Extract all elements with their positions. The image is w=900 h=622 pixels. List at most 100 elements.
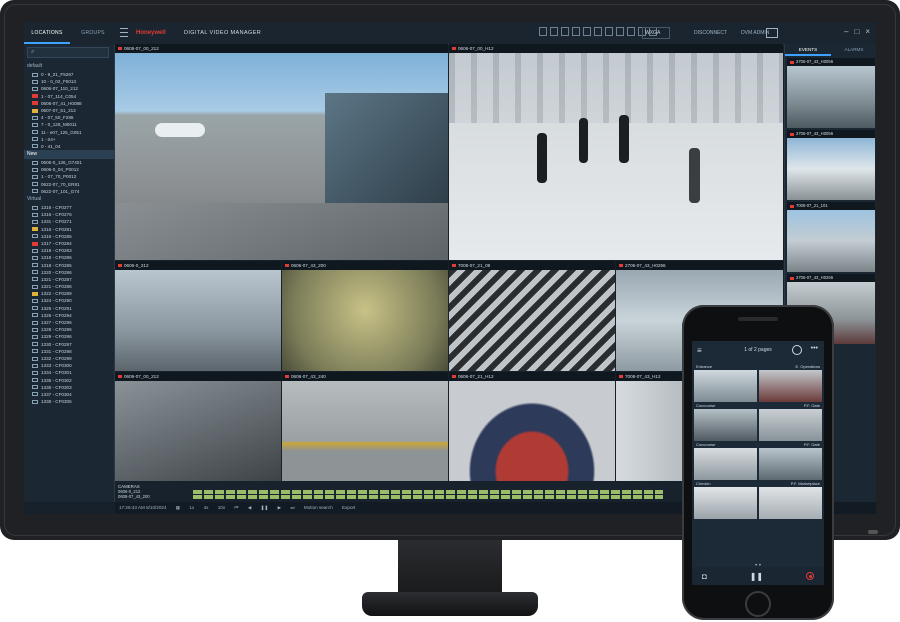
tree-camera-item[interactable]: 1330 - CF0297 [24,341,114,348]
tree-camera-item[interactable]: 1 - 07_70_P0012 [24,173,114,180]
video-tile[interactable]: 0606-07_21_H12 [449,372,615,481]
speed-1x[interactable]: 1x [189,505,194,510]
tree-camera-item[interactable]: 1331 - CF0298 [24,348,114,355]
layout-1plus7-icon[interactable] [594,27,602,36]
video-tile[interactable]: 0606-07_43_240 [282,372,448,481]
layout-fullscreen-icon[interactable] [627,27,635,36]
tree-camera-item[interactable]: 1328 - CF0295 [24,326,114,333]
tree-camera-item[interactable]: 0622-07_101_G74 [24,188,114,195]
clock-icon[interactable] [792,345,802,355]
video-tile[interactable]: 0608-07_00_212 [115,44,448,260]
tree-camera-item[interactable]: 1321 - CF0286 [24,283,114,290]
tree-camera-item[interactable]: 1329 - CF0296 [24,333,114,340]
tree-camera-item[interactable]: 1318 - CF0283 [24,247,114,254]
search-input[interactable]: ⌕ [27,47,109,58]
tree-camera-item[interactable]: 4 - 07_50_F286 [24,114,114,121]
tree-camera-item[interactable]: 0606-07_110_212 [24,85,114,92]
layout-3x3-icon[interactable] [561,27,569,36]
layout-1x1-icon[interactable] [539,27,547,36]
layout-4x4-icon[interactable] [572,27,580,36]
recording-bar[interactable] [193,495,663,499]
event-thumbnail[interactable]: 2706-07_43_H0056 [787,58,875,128]
record-icon[interactable] [806,572,814,580]
tree-camera-item[interactable]: 0606-0_04_P0012 [24,166,114,173]
menu-icon[interactable] [120,28,128,37]
speed-10x[interactable]: 10x [218,505,225,510]
disconnect-link[interactable]: DISCONNECT [694,30,727,36]
panel-toggle-icon[interactable] [766,28,778,38]
close-icon[interactable]: × [865,27,870,36]
phone-tile-row[interactable] [694,370,822,402]
tree-camera-item[interactable]: 1338 - CF0305 [24,398,114,405]
event-thumbnail[interactable]: 2706-07_43_H0056 [787,130,875,200]
tree-camera-item[interactable]: 7 - 0_128_M0011 [24,121,114,128]
minimize-icon[interactable]: – [844,27,848,36]
skip-forward-icon[interactable]: ⏭ [290,505,294,510]
tree-camera-item[interactable]: 0 - 9_21_F5267 [24,71,114,78]
home-button[interactable] [745,591,771,617]
tree-camera-item[interactable]: 1336 - CF0303 [24,384,114,391]
skip-back-icon[interactable]: ⏮ [234,505,238,510]
phone-tile-row[interactable] [694,448,822,480]
tab-events[interactable]: EVENTS [785,44,831,56]
tree-group[interactable]: Virtual [24,195,114,204]
tab-groups[interactable]: GROUPS [70,22,116,44]
tab-alarms[interactable]: ALARMS [831,44,876,56]
tree-camera-item[interactable]: 1318 - CF0285 [24,262,114,269]
phone-tile-row[interactable] [694,409,822,441]
tree-camera-item[interactable]: 1320 - CF0286 [24,269,114,276]
tree-camera-item[interactable]: 0606-0_136_G7401 [24,159,114,166]
motion-search-button[interactable]: Motion search [304,505,333,510]
tree-camera-item[interactable]: 0607-07_51_212 [24,107,114,114]
tree-camera-item[interactable]: 1322 - CF0289 [24,290,114,297]
tree-camera-item[interactable]: 0606-07_41_H0088 [24,100,114,107]
phone-camera-image[interactable] [759,370,822,402]
layout-2x2-icon[interactable] [550,27,558,36]
maximize-icon[interactable]: □ [854,27,859,36]
tree-camera-item[interactable]: 1334 - CF0301 [24,369,114,376]
video-tile[interactable]: 7008-07_21_08 [449,261,615,371]
phone-camera-image[interactable] [694,409,757,441]
video-tile[interactable]: 0606-0_212 [115,261,281,371]
tree-camera-item[interactable]: 10 - 0_02_F5013 [24,78,114,85]
speed-4x[interactable]: 4x [204,505,209,510]
tree-camera-item[interactable]: 1333 - CF0300 [24,362,114,369]
tree-camera-item[interactable]: 1321 - CF0287 [24,276,114,283]
tree-camera-item[interactable]: 1317 - CF0284 [24,240,114,247]
recording-bar[interactable] [193,490,663,494]
tree-camera-item[interactable]: 1335 - CF0302 [24,377,114,384]
calendar-icon[interactable]: ▦ [176,505,180,510]
tree-camera-item[interactable]: 1316 - CF0281 [24,226,114,233]
tree-camera-item[interactable]: 0 - 41_04 [24,143,114,150]
phone-camera-image[interactable] [759,409,822,441]
tree-camera-item[interactable]: 1325 - CF0291 [24,305,114,312]
view-select[interactable]: WXGA [642,27,670,39]
tree-camera-item[interactable]: 1316 - CF0285 [24,233,114,240]
tree-group[interactable]: New [24,150,114,160]
tree-camera-item[interactable]: 11 - e07_125_G051 [24,129,114,136]
tree-camera-item[interactable]: 1327 - CF0296 [24,319,114,326]
phone-camera-image[interactable] [694,487,757,519]
tree-camera-item[interactable]: 1337 - CF0304 [24,391,114,398]
phone-camera-image[interactable] [759,487,822,519]
camera-icon[interactable]: ◘ [702,572,707,581]
video-tile[interactable]: 0606-07_00_212 [115,372,281,481]
tree-camera-item[interactable]: 1 - 07_114_C054 [24,93,114,100]
tab-locations[interactable]: LOCATIONS [24,22,70,44]
phone-camera-image[interactable] [759,448,822,480]
play-icon[interactable]: ▶ [278,505,282,510]
tree-camera-item[interactable]: 1324 - CF0290 [24,297,114,304]
video-tile[interactable]: 0606-07_43_200 [282,261,448,371]
export-button[interactable]: Export [342,505,355,510]
tree-camera-item[interactable]: 1316 - CF0277 [24,204,114,211]
video-tile[interactable]: 0606-07_00_H12 [449,44,783,260]
tree-group[interactable]: default [24,62,114,71]
phone-camera-image[interactable] [694,370,757,402]
step-back-icon[interactable]: ◀ [248,505,252,510]
tree-camera-item[interactable]: 1 - 04+ [24,136,114,143]
more-icon[interactable]: ••• [811,345,818,352]
phone-tile-row[interactable] [694,487,822,519]
layout-1plus5-icon[interactable] [583,27,591,36]
phone-camera-image[interactable] [694,448,757,480]
tree-camera-item[interactable]: 0622-07_70_ER81 [24,181,114,188]
